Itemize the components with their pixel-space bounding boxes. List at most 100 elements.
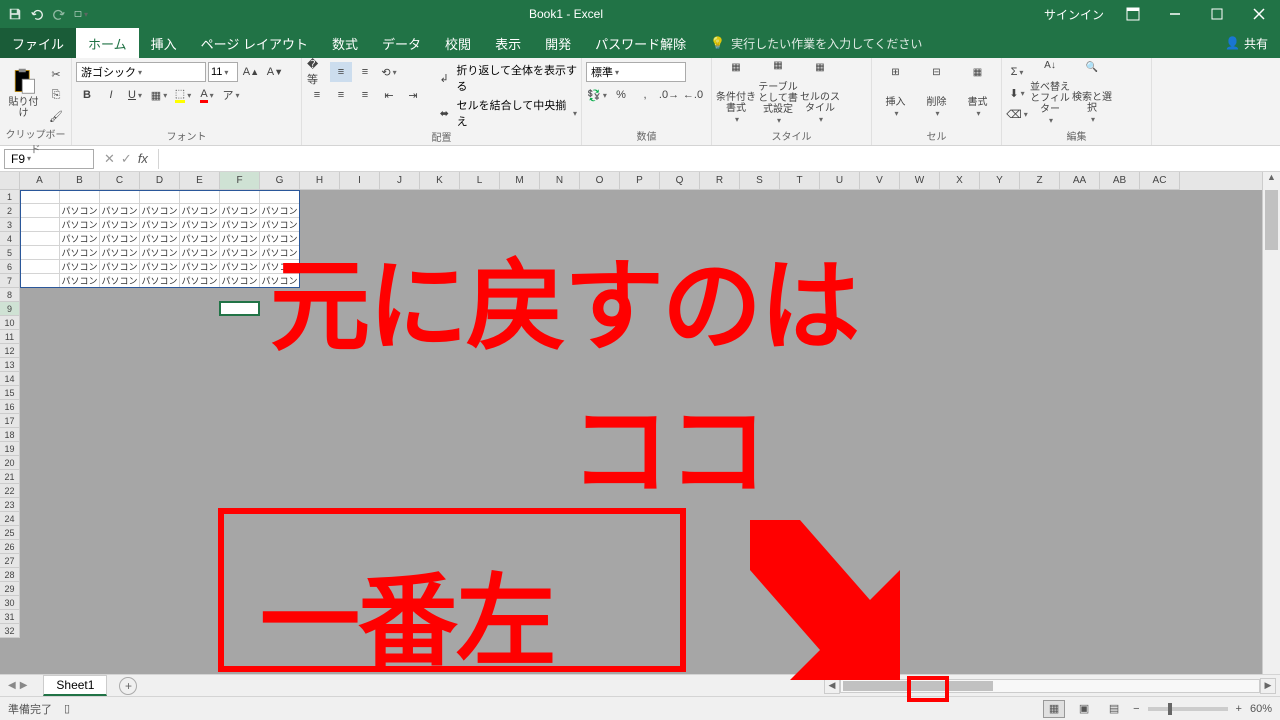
row-header[interactable]: 17 [0, 414, 20, 428]
align-middle-icon[interactable]: ≡ [330, 62, 352, 82]
cell[interactable] [20, 204, 60, 218]
zoom-out-button[interactable]: − [1133, 703, 1139, 715]
cell[interactable]: パソコン [100, 274, 140, 288]
cell[interactable] [20, 260, 60, 274]
normal-view-icon[interactable]: ▦ [1043, 700, 1065, 718]
row-header[interactable]: 7 [0, 274, 20, 288]
cell[interactable]: パソコン [100, 232, 140, 246]
col-header[interactable]: D [140, 172, 180, 190]
col-header[interactable]: W [900, 172, 940, 190]
maximize-icon[interactable] [1204, 4, 1230, 24]
cell[interactable]: パソコン [140, 218, 180, 232]
zoom-slider[interactable] [1148, 707, 1228, 711]
find-select-button[interactable]: 🔍検索と選択 [1072, 60, 1112, 126]
cell[interactable] [260, 190, 300, 204]
row-header[interactable]: 11 [0, 330, 20, 344]
cell[interactable]: パソコン [260, 274, 300, 288]
cell[interactable]: パソコン [60, 274, 100, 288]
row-header[interactable]: 32 [0, 624, 20, 638]
font-size-select[interactable]: 11 [208, 62, 238, 82]
row-header[interactable]: 12 [0, 344, 20, 358]
col-header[interactable]: V [860, 172, 900, 190]
row-header[interactable]: 9 [0, 302, 20, 316]
tab-review[interactable]: 校閲 [433, 28, 483, 58]
cell[interactable]: パソコン [220, 204, 260, 218]
increase-font-icon[interactable]: A▲ [240, 62, 262, 82]
cell[interactable] [20, 246, 60, 260]
col-header[interactable]: F [220, 172, 260, 190]
cells[interactable]: パソコンパソコンパソコンパソコンパソコンパソコンパソコンパソコンパソコンパソコン… [20, 190, 300, 288]
col-header[interactable]: A [20, 172, 60, 190]
cell[interactable]: パソコン [60, 204, 100, 218]
cell[interactable]: パソコン [140, 204, 180, 218]
row-header[interactable]: 13 [0, 358, 20, 372]
format-cells-button[interactable]: ▦書式 [958, 60, 997, 126]
row-header[interactable]: 1 [0, 190, 20, 204]
row-headers[interactable]: 1234567891011121314151617181920212223242… [0, 190, 20, 638]
phonetic-icon[interactable]: ア [220, 85, 242, 105]
cancel-formula-icon[interactable]: ✕ [104, 151, 115, 167]
col-header[interactable]: J [380, 172, 420, 190]
sort-filter-button[interactable]: A↓並べ替えとフィルター [1030, 60, 1070, 126]
horizontal-scrollbar[interactable] [840, 679, 1260, 693]
col-header[interactable]: AA [1060, 172, 1100, 190]
autosum-icon[interactable]: Σ [1006, 62, 1028, 82]
cell[interactable]: パソコン [220, 232, 260, 246]
formula-bar[interactable] [158, 149, 1280, 169]
wrap-text-button[interactable]: 折り返して全体を表示する [456, 62, 577, 94]
tab-nav[interactable]: ◀▶ [0, 680, 35, 691]
number-format-select[interactable]: 標準 [586, 62, 686, 82]
row-header[interactable]: 18 [0, 428, 20, 442]
row-header[interactable]: 27 [0, 554, 20, 568]
tab-layout[interactable]: ページ レイアウト [189, 28, 320, 58]
col-header[interactable]: K [420, 172, 460, 190]
redo-icon[interactable] [52, 7, 66, 21]
undo-icon[interactable] [30, 7, 44, 21]
cell-styles-button[interactable]: ▦セルのスタイル [800, 60, 840, 126]
col-header[interactable]: Y [980, 172, 1020, 190]
decrease-decimal-icon[interactable]: ←.0 [682, 85, 704, 105]
row-header[interactable]: 25 [0, 526, 20, 540]
col-header[interactable]: O [580, 172, 620, 190]
cell[interactable]: パソコン [100, 218, 140, 232]
row-header[interactable]: 8 [0, 288, 20, 302]
row-header[interactable]: 31 [0, 610, 20, 624]
col-header[interactable]: AC [1140, 172, 1180, 190]
align-right-icon[interactable]: ≡ [354, 85, 376, 105]
col-header[interactable]: N [540, 172, 580, 190]
hscroll-right-icon[interactable]: ▶ [1260, 678, 1276, 694]
decrease-font-icon[interactable]: A▼ [264, 62, 286, 82]
tab-password[interactable]: パスワード解除 [583, 28, 698, 58]
row-header[interactable]: 19 [0, 442, 20, 456]
row-header[interactable]: 5 [0, 246, 20, 260]
cell[interactable]: パソコン [180, 232, 220, 246]
tab-insert[interactable]: 挿入 [139, 28, 189, 58]
column-headers[interactable]: ABCDEFGHIJKLMNOPQRSTUVWXYZAAABAC [20, 172, 1262, 190]
row-header[interactable]: 30 [0, 596, 20, 610]
cell[interactable]: パソコン [260, 218, 300, 232]
share-button[interactable]: 👤共有 [1213, 28, 1280, 58]
row-header[interactable]: 2 [0, 204, 20, 218]
comma-icon[interactable]: , [634, 85, 656, 105]
cell[interactable]: パソコン [220, 274, 260, 288]
cell[interactable]: パソコン [180, 218, 220, 232]
cut-icon[interactable]: ✂ [45, 64, 67, 84]
indent-increase-icon[interactable]: ⇥ [402, 85, 424, 105]
percent-icon[interactable]: % [610, 85, 632, 105]
sheet-tab-1[interactable]: Sheet1 [43, 675, 107, 696]
copy-icon[interactable]: ⎘ [45, 85, 67, 105]
col-header[interactable]: S [740, 172, 780, 190]
close-icon[interactable] [1246, 4, 1272, 24]
row-header[interactable]: 29 [0, 582, 20, 596]
font-color-icon[interactable]: A [196, 85, 218, 105]
cell[interactable]: パソコン [60, 260, 100, 274]
cell[interactable]: パソコン [180, 260, 220, 274]
cell[interactable] [20, 274, 60, 288]
select-all-corner[interactable] [0, 172, 20, 190]
cell[interactable]: パソコン [100, 204, 140, 218]
cell[interactable]: パソコン [260, 232, 300, 246]
fx-icon[interactable]: fx [138, 151, 148, 167]
col-header[interactable]: P [620, 172, 660, 190]
tab-file[interactable]: ファイル [0, 28, 76, 58]
cell[interactable]: パソコン [260, 260, 300, 274]
